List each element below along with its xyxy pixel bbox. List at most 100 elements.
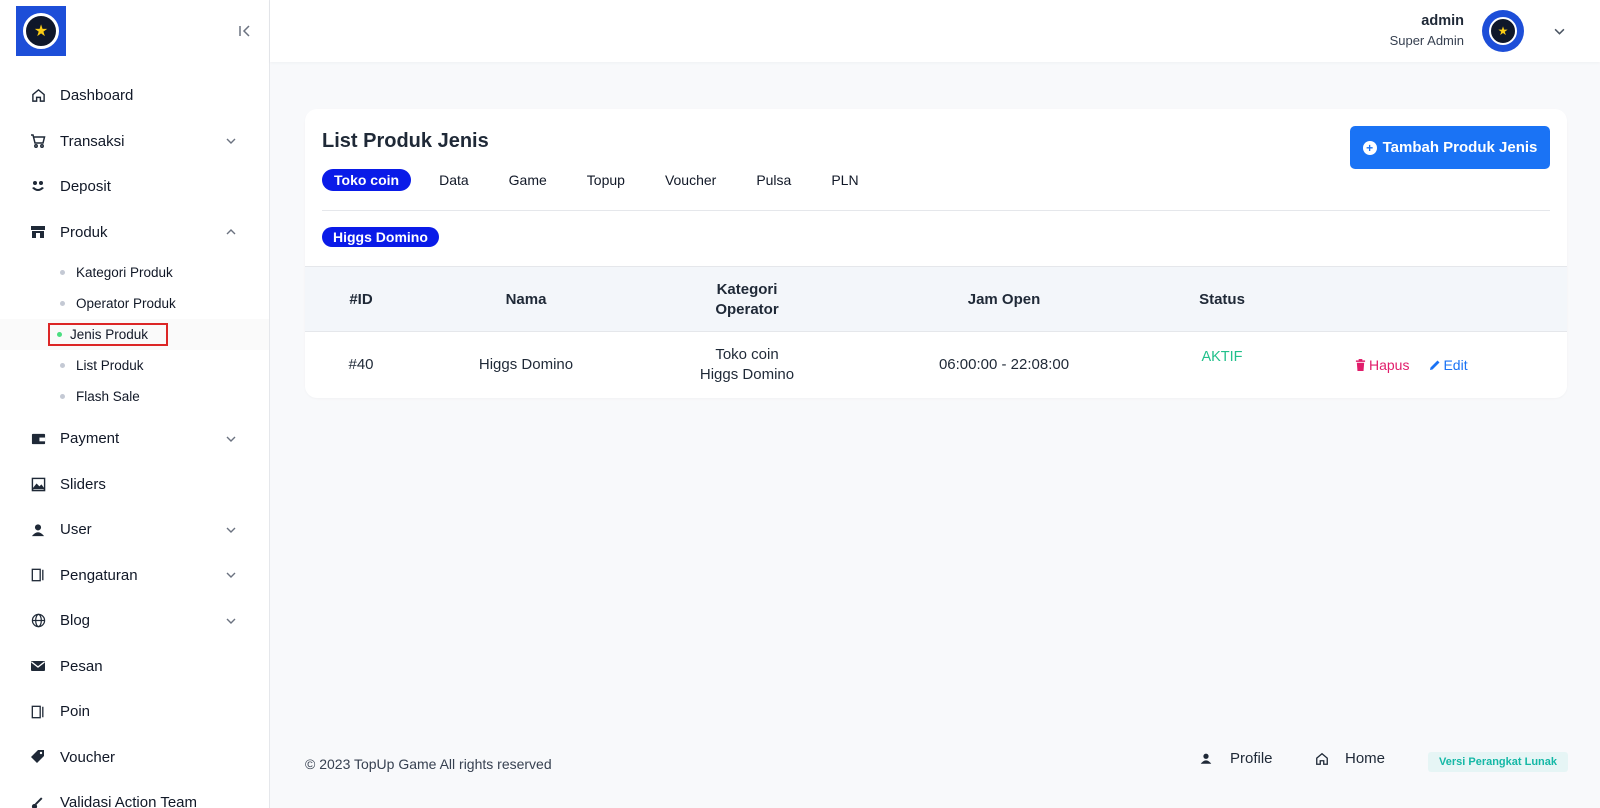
user-icon <box>30 522 46 538</box>
bullet-icon <box>60 270 65 275</box>
sidebar-item-sliders[interactable]: Sliders <box>0 462 269 508</box>
chevron-down-icon <box>225 569 237 581</box>
produk-jenis-card: List Produk Jenis + Tambah Produk Jenis … <box>305 109 1567 398</box>
column-header-jam-open: Jam Open <box>967 291 1041 308</box>
sidebar-subitem-jenis-produk[interactable]: Jenis Produk <box>0 319 269 350</box>
delete-label: Hapus <box>1369 357 1410 373</box>
chevron-down-icon <box>225 615 237 627</box>
sidebar-item-validasi-action-team[interactable]: Validasi Action Team <box>0 780 269 808</box>
key-icon <box>30 795 46 808</box>
sidebar-item-label: Blog <box>60 612 91 630</box>
sidebar-subitem-label: Flash Sale <box>76 389 140 404</box>
edit-label: Edit <box>1443 357 1468 373</box>
sidebar-item-label: Dashboard <box>60 87 134 105</box>
sidebar-subitem-list-produk[interactable]: List Produk <box>0 350 269 381</box>
user-name: admin <box>1421 13 1464 29</box>
edit-button[interactable]: Edit <box>1429 357 1468 373</box>
chevron-down-icon <box>225 524 237 536</box>
app-logo[interactable]: ★ <box>16 6 66 56</box>
panel-icon <box>30 704 46 720</box>
sidebar-item-pesan[interactable]: Pesan <box>0 644 269 690</box>
footer-copyright: © 2023 TopUp Game All rights reserved <box>305 756 552 772</box>
sidebar-subitem-label: Kategori Produk <box>76 265 173 280</box>
bullet-icon <box>60 363 65 368</box>
page-title: List Produk Jenis <box>322 130 489 152</box>
plus-circle-icon: + <box>1362 140 1377 155</box>
table-header: #ID Nama Kategori Operator Jam Open Stat… <box>305 266 1567 332</box>
cell-jam-open: 06:00:00 - 22:08:00 <box>938 356 1070 373</box>
tab-game[interactable]: Game <box>497 169 559 191</box>
sidebar-item-blog[interactable]: Blog <box>0 598 269 644</box>
sidebar-item-user[interactable]: User <box>0 507 269 553</box>
tab-voucher[interactable]: Voucher <box>653 169 728 191</box>
sidebar-subitem-flash-sale[interactable]: Flash Sale <box>0 381 269 412</box>
column-header-status: Status <box>1199 291 1245 308</box>
sidebar-subitem-operator-produk[interactable]: Operator Produk <box>0 288 269 319</box>
row-actions: Hapus Edit <box>1355 332 1468 398</box>
sidebar-item-dashboard[interactable]: Dashboard <box>0 73 269 119</box>
sidebar-subitem-label: Operator Produk <box>76 296 176 311</box>
sidebar-item-label: Deposit <box>60 178 111 196</box>
avatar[interactable]: ★ <box>1482 10 1524 52</box>
sidebar-item-label: Voucher <box>60 748 116 766</box>
sidebar-item-label: Produk <box>60 223 108 241</box>
sidebar-item-label: Sliders <box>60 475 106 493</box>
sidebar-item-label: Payment <box>60 430 120 448</box>
logo-emblem-icon: ★ <box>23 13 59 49</box>
sidebar-item-label: Poin <box>60 703 91 721</box>
table-row: #40 Higgs Domino Toko coin Higgs Domino … <box>305 332 1567 398</box>
sidebar-item-label: Pesan <box>60 657 103 675</box>
operator-filter-pill[interactable]: Higgs Domino <box>322 227 439 247</box>
delete-button[interactable]: Hapus <box>1355 357 1409 373</box>
user-menu-chevron-icon[interactable] <box>1552 24 1566 38</box>
collapse-sidebar-icon[interactable] <box>234 20 256 42</box>
top-header: admin Super Admin ★ <box>270 0 1600 62</box>
bullet-icon <box>60 301 65 306</box>
avatar-emblem-icon: ★ <box>1489 17 1517 45</box>
footer-home-link[interactable]: Home <box>1315 750 1385 767</box>
footer-profile-link[interactable]: Profile <box>1200 750 1273 767</box>
sidebar-item-payment[interactable]: Payment <box>0 416 269 462</box>
sidebar-subitem-kategori-produk[interactable]: Kategori Produk <box>0 257 269 288</box>
column-header-kategori: Kategori <box>716 281 778 298</box>
sidebar-nav: Dashboard Transaksi Deposit Produk Kateg… <box>0 73 269 808</box>
add-produk-jenis-button[interactable]: + Tambah Produk Jenis <box>1350 126 1550 169</box>
sidebar-item-label: Transaksi <box>60 132 125 150</box>
active-bullet-icon <box>57 332 62 337</box>
tab-pulsa[interactable]: Pulsa <box>744 169 803 191</box>
cell-status: AKTIF <box>1149 332 1295 398</box>
wallet-icon <box>30 431 46 447</box>
add-button-label: Tambah Produk Jenis <box>1382 139 1538 156</box>
chevron-up-icon <box>225 226 237 238</box>
column-header-kategori-operator: Kategori Operator <box>635 267 859 333</box>
sidebar-item-pengaturan[interactable]: Pengaturan <box>0 553 269 599</box>
footer-profile-label: Profile <box>1230 750 1273 767</box>
chevron-down-icon <box>225 433 237 445</box>
column-header-id: #ID <box>349 291 373 308</box>
sidebar-item-produk[interactable]: Produk <box>0 210 269 256</box>
sidebar-item-poin[interactable]: Poin <box>0 689 269 735</box>
home-icon <box>1315 752 1329 766</box>
sidebar-item-voucher[interactable]: Voucher <box>0 735 269 781</box>
store-icon <box>30 224 46 240</box>
column-header-operator: Operator <box>715 301 779 318</box>
sidebar-item-deposit[interactable]: Deposit <box>0 164 269 210</box>
sidebar-item-transaksi[interactable]: Transaksi <box>0 119 269 165</box>
column-header-nama: Nama <box>505 291 547 308</box>
sidebar-subitem-label: Jenis Produk <box>48 323 169 346</box>
produk-submenu: Kategori Produk Operator Produk Jenis Pr… <box>0 255 269 416</box>
cell-operator: Higgs Domino <box>699 366 795 383</box>
divider <box>322 210 1550 211</box>
sidebar-item-label: User <box>60 521 92 539</box>
cart-icon <box>30 133 46 149</box>
tab-toko-coin[interactable]: Toko coin <box>322 169 412 191</box>
tag-icon <box>30 749 46 765</box>
bullet-icon <box>60 394 65 399</box>
image-icon <box>30 476 46 492</box>
tab-data[interactable]: Data <box>427 169 481 191</box>
tab-pln[interactable]: PLN <box>819 169 870 191</box>
category-tabs: Toko coin Data Game Topup Voucher Pulsa … <box>322 169 887 191</box>
tab-topup[interactable]: Topup <box>575 169 637 191</box>
globe-icon <box>30 613 46 629</box>
pencil-icon <box>1429 359 1441 371</box>
